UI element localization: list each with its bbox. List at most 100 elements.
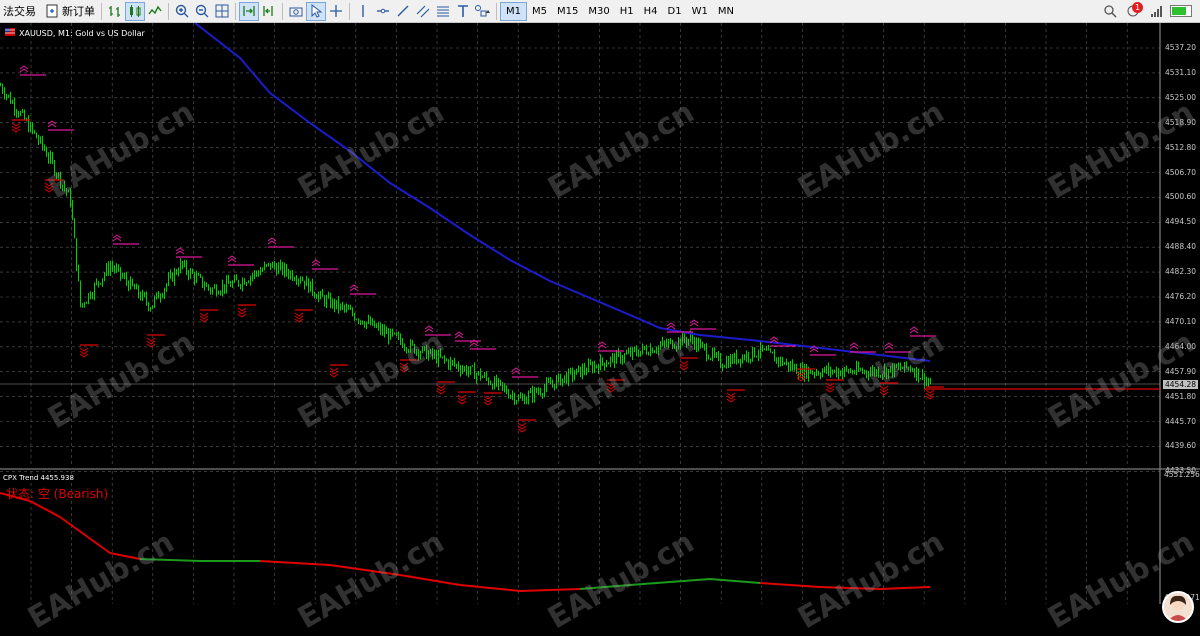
cpx-trend-line [879,586,931,590]
sell-signal-arrow [47,120,57,128]
grid-icon[interactable] [212,2,232,21]
search-icon[interactable] [1100,2,1120,21]
chart-area[interactable]: XAUUSD, M1: Gold vs US Dollar 4537.20 453… [0,23,1200,636]
sell-signal-arrow [884,342,894,350]
tf-w1[interactable]: W1 [687,2,713,21]
sell-signal-arrow [689,319,699,327]
buy-signal-arrow [237,307,247,318]
trendline-icon[interactable] [393,2,413,21]
price-axis-tick: 4457.90 [1165,366,1197,376]
tf-m15[interactable]: M15 [552,2,583,21]
toolbar-separator [496,2,497,20]
subwindow-tick-top: 4551.256 [1164,470,1200,479]
tf-m5[interactable]: M5 [527,2,552,21]
sell-signal-arrow [19,65,29,73]
price-axis-tick: 4439.60 [1165,441,1197,451]
cpx-trend-line [29,500,61,518]
cpx-trend-line [709,578,761,584]
new-order-button[interactable]: 新订单 [39,2,98,21]
cursor-icon[interactable] [306,1,326,21]
tf-m30[interactable]: M30 [583,2,614,21]
cpx-trend-line [759,582,821,588]
cpx-trend-line [629,578,711,586]
toolbar: 法交易 新订单 M1 M5 M15 M30 H1 H4 D1 W1 MN 1 [0,0,1200,23]
auto-scroll-icon[interactable] [239,1,259,21]
cpx-trend-line [139,558,201,562]
buy-signal-arrow [79,347,89,358]
crosshair-icon[interactable] [326,2,346,21]
line-chart-icon[interactable] [145,2,165,21]
tf-d1[interactable]: D1 [663,2,687,21]
cpx-trend-line [459,584,521,592]
channel-icon[interactable] [413,2,433,21]
user-avatar[interactable] [1162,591,1194,623]
cpx-trend-line [399,574,461,586]
sell-signal-arrow [112,234,122,242]
cpx-trend-line [84,534,111,554]
screenshot-icon[interactable] [286,2,306,21]
sell-signal-arrow [849,342,859,350]
price-axis-tick: 4494.50 [1165,217,1197,227]
price-axis-tick: 4476.20 [1165,292,1197,301]
sell-signal-arrow [424,325,434,333]
price-axis-tick: 4500.60 [1165,192,1197,202]
signal-strength-icon [1148,2,1168,21]
cpx-trend-line [59,516,86,536]
subwindow-status: 状态: 空 (Bearish) [6,487,109,501]
subwindow-title: CPX Trend 4455.938 [3,474,74,482]
timeframe-bar: M1 M5 M15 M30 H1 H4 D1 W1 MN [500,1,739,21]
price-axis-tick: 4506.70 [1165,167,1197,177]
zoom-in-icon[interactable] [172,2,192,21]
new-order-icon [42,2,62,21]
candlestick-chart-icon[interactable] [125,1,145,21]
zoom-out-icon[interactable] [192,2,212,21]
bar-chart-icon[interactable] [105,2,125,21]
sell-signal-arrow [666,322,676,330]
buy-signal-arrow [606,382,616,393]
cpx-trend-line [109,552,141,560]
buy-signal-arrow [879,385,889,396]
symbol-flag-icon [5,28,15,38]
price-axis-tick: 4470.10 [1165,316,1197,326]
sell-signal-arrow [227,255,237,263]
price-axis-tick: 4512.80 [1165,142,1197,152]
notifications-button[interactable]: 1 [1120,1,1148,21]
price-axis-tick: 4488.40 [1165,242,1197,252]
buy-signal-arrow [679,360,689,371]
vertical-line-icon[interactable] [353,2,373,21]
fibonacci-icon[interactable] [433,2,453,21]
shapes-icon[interactable] [473,2,493,21]
tf-h1[interactable]: H1 [615,2,639,21]
connection-status-icon [1168,2,1194,21]
sell-signal-arrow [511,367,521,375]
tf-m1[interactable]: M1 [500,1,527,21]
buy-signal-arrow [726,392,736,403]
sell-signal-arrow [909,326,919,334]
sell-signal-arrow [175,247,185,255]
toolbar-separator [282,2,283,20]
chart-shift-icon[interactable] [259,2,279,21]
price-axis-tick: 4518.90 [1165,117,1197,127]
tf-h4[interactable]: H4 [639,2,663,21]
cpx-trend-line [519,588,581,592]
buy-signal-arrow [517,422,527,433]
chart-canvas[interactable] [0,23,1200,604]
tf-mn[interactable]: MN [713,2,739,21]
price-axis-tick: 4445.70 [1165,416,1197,426]
toolbar-separator [235,2,236,20]
buy-signal-arrow [11,122,21,133]
text-icon[interactable] [453,2,473,21]
toolbar-separator [101,2,102,20]
horizontal-line-icon[interactable] [373,2,393,21]
price-axis-tick: 4525.00 [1165,92,1197,102]
algo-trading-button[interactable]: 法交易 [0,2,39,21]
buy-signal-arrow [146,337,156,348]
buy-signal-arrow [199,312,209,323]
price-axis-tick: 4531.10 [1165,67,1197,77]
toolbar-separator [349,2,350,20]
buy-signal-arrow [825,382,835,393]
cpx-trend-line [819,586,881,590]
sell-signal-arrow [454,331,464,339]
buy-signal-arrow [329,367,339,378]
chart-title: XAUUSD, M1: Gold vs US Dollar [5,28,145,38]
